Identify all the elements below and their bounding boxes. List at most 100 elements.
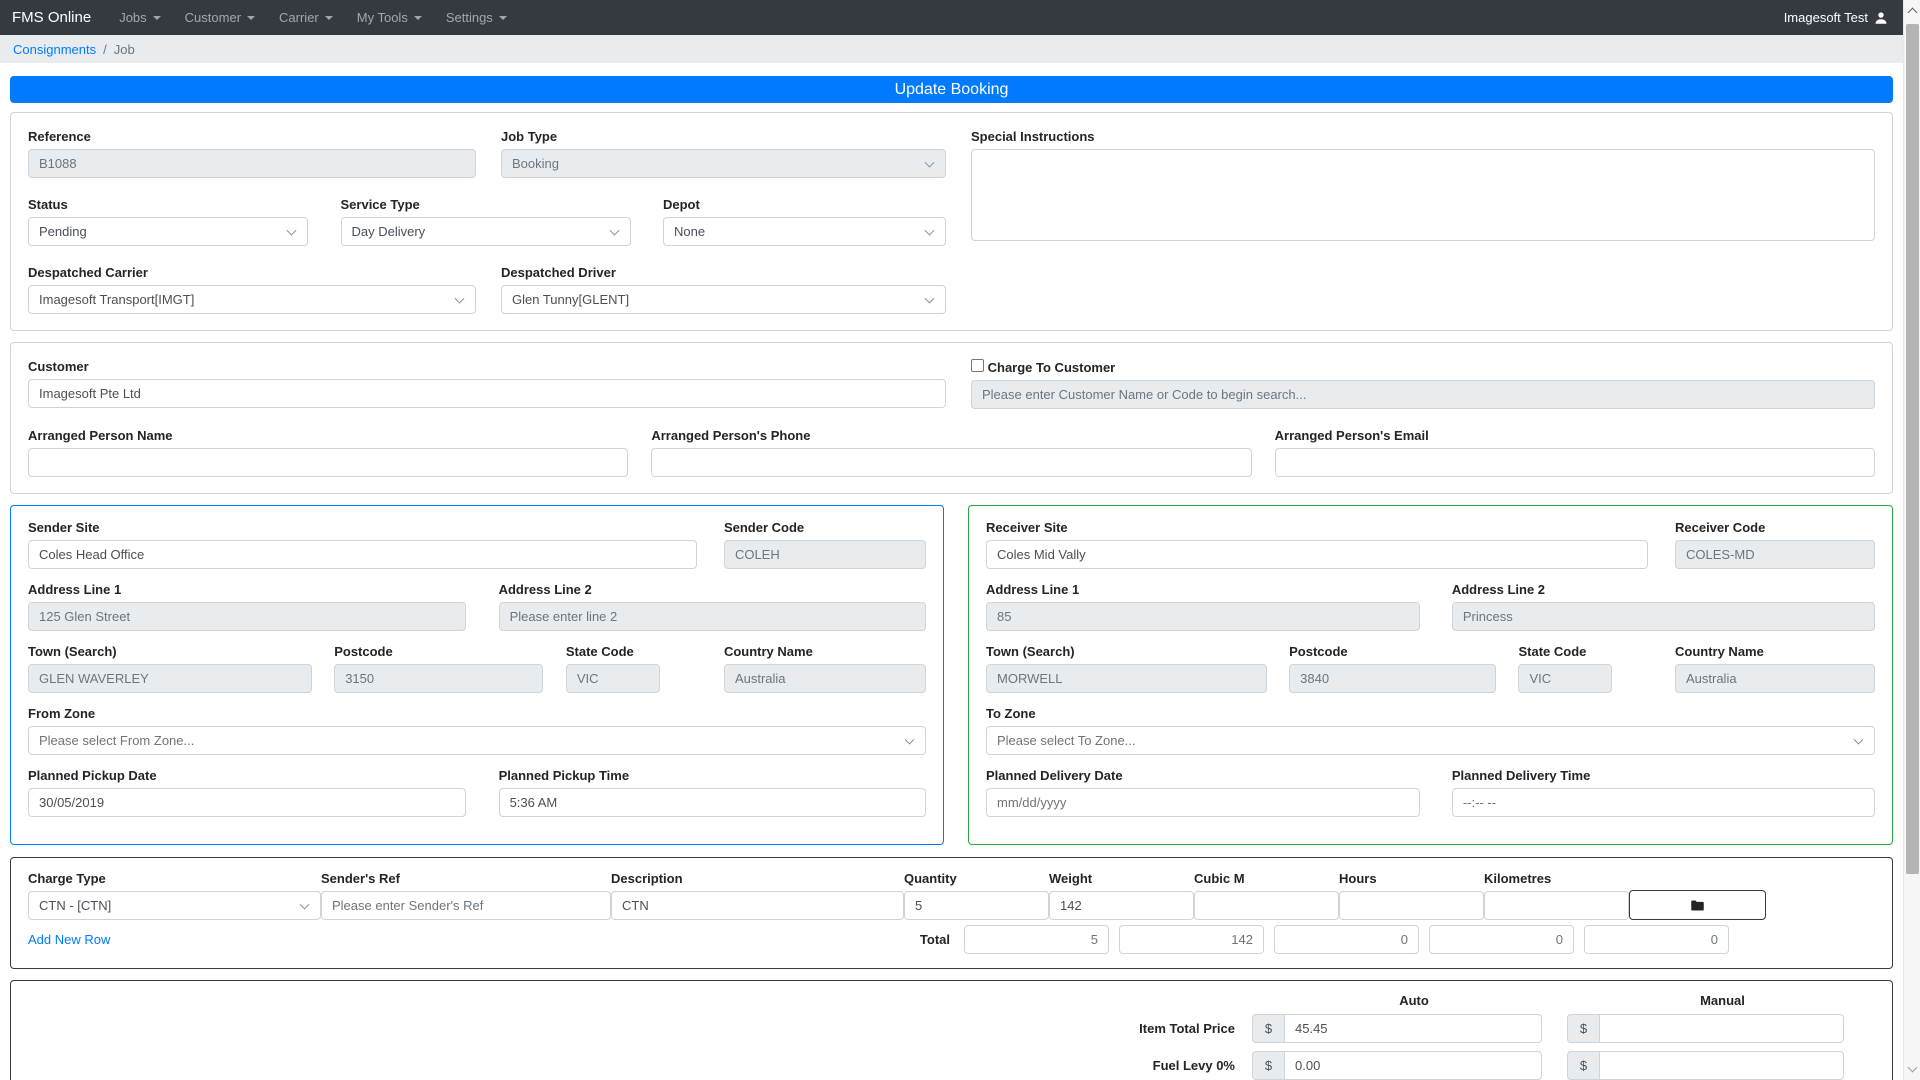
sender-postcode-input[interactable] <box>334 664 543 693</box>
total-quantity-input <box>964 925 1109 954</box>
despatched-carrier-select[interactable]: Imagesoft Transport[IMGT] <box>28 285 476 314</box>
receiver-address1-input[interactable] <box>986 602 1420 631</box>
cubic-m-input[interactable] <box>1194 891 1339 920</box>
job-type-select[interactable]: Booking <box>501 149 946 178</box>
receiver-town-input[interactable] <box>986 664 1267 693</box>
folder-icon <box>1689 898 1706 913</box>
weight-input[interactable] <box>1049 891 1194 920</box>
kilometres-label: Kilometres <box>1484 871 1629 886</box>
hours-label: Hours <box>1339 871 1484 886</box>
fuel-levy-auto-input[interactable] <box>1284 1051 1542 1080</box>
planned-delivery-time-input[interactable] <box>1452 788 1875 817</box>
sender-address1-label: Address Line 1 <box>28 582 466 597</box>
charge-to-customer-checkbox[interactable] <box>971 359 984 372</box>
sender-country-input[interactable] <box>724 664 926 693</box>
currency-prefix: $ <box>1567 1051 1599 1080</box>
customer-input[interactable] <box>28 379 946 408</box>
sender-site-input[interactable] <box>28 540 697 569</box>
quantity-input[interactable] <box>904 891 1049 920</box>
nav-menu-carrier-label: Carrier <box>279 10 319 25</box>
customer-label: Customer <box>28 359 946 374</box>
from-zone-select[interactable]: Please select From Zone... <box>28 726 926 755</box>
item-total-price-manual-input[interactable] <box>1599 1014 1844 1043</box>
item-total-price-auto-input[interactable] <box>1284 1014 1542 1043</box>
customer-panel: Customer Charge To Customer Arranged Per… <box>10 342 1893 494</box>
total-kilometres-input <box>1584 925 1729 954</box>
user-icon <box>1874 11 1888 25</box>
description-input[interactable] <box>611 891 904 920</box>
receiver-country-input[interactable] <box>1675 664 1875 693</box>
receiver-address1-label: Address Line 1 <box>986 582 1420 597</box>
sender-code-input[interactable] <box>724 540 926 569</box>
arranged-person-email-input[interactable] <box>1275 448 1875 477</box>
nav-menu-customer[interactable]: Customer <box>175 6 265 29</box>
breadcrumb-divider: / <box>103 42 107 57</box>
job-type-value: Booking <box>512 156 559 171</box>
sender-address2-input[interactable] <box>499 602 926 631</box>
receiver-postcode-label: Postcode <box>1289 644 1496 659</box>
charge-customer-search-input[interactable] <box>971 380 1875 409</box>
nav-menu-jobs[interactable]: Jobs <box>109 6 170 29</box>
attachments-button[interactable] <box>1629 890 1766 920</box>
nav-menu-my-tools[interactable]: My Tools <box>347 6 432 29</box>
receiver-address2-input[interactable] <box>1452 602 1875 631</box>
reference-input[interactable] <box>28 149 476 178</box>
total-label: Total <box>920 932 954 947</box>
service-type-label: Service Type <box>341 197 631 212</box>
auto-column-header: Auto <box>1269 993 1559 1008</box>
page-scrollbar[interactable] <box>1903 0 1920 1080</box>
depot-label: Depot <box>663 197 946 212</box>
fuel-levy-manual-input[interactable] <box>1599 1051 1844 1080</box>
charge-type-value: CTN - [CTN] <box>39 898 111 913</box>
job-type-label: Job Type <box>501 129 946 144</box>
cubic-m-label: Cubic M <box>1194 871 1339 886</box>
arranged-person-phone-input[interactable] <box>651 448 1251 477</box>
chevron-down-icon <box>609 225 619 235</box>
despatched-driver-label: Despatched Driver <box>501 265 946 280</box>
status-select[interactable]: Pending <box>28 217 308 246</box>
app-brand[interactable]: FMS Online <box>12 9 91 26</box>
breadcrumb-link-consignments[interactable]: Consignments <box>13 42 96 57</box>
sender-site-label: Sender Site <box>28 520 697 535</box>
receiver-state-input[interactable] <box>1518 664 1611 693</box>
sender-state-input[interactable] <box>566 664 660 693</box>
receiver-site-input[interactable] <box>986 540 1648 569</box>
special-instructions-input[interactable] <box>971 149 1875 241</box>
user-menu[interactable]: Imagesoft Test <box>1784 10 1888 25</box>
depot-select[interactable]: None <box>663 217 946 246</box>
scroll-down-icon[interactable] <box>1908 1063 1918 1073</box>
caret-down-icon <box>414 16 422 20</box>
senders-ref-input[interactable] <box>321 891 611 920</box>
planned-pickup-date-input[interactable] <box>28 788 466 817</box>
charge-type-label: Charge Type <box>28 871 321 886</box>
to-zone-select[interactable]: Please select To Zone... <box>986 726 1875 755</box>
sender-town-label: Town (Search) <box>28 644 312 659</box>
scroll-up-icon[interactable] <box>1908 8 1918 18</box>
service-type-select[interactable]: Day Delivery <box>341 217 631 246</box>
hours-input[interactable] <box>1339 891 1484 920</box>
service-type-value: Day Delivery <box>352 224 426 239</box>
receiver-country-label: Country Name <box>1675 644 1875 659</box>
receiver-postcode-input[interactable] <box>1289 664 1496 693</box>
scrollbar-thumb[interactable] <box>1906 24 1919 874</box>
sender-address1-input[interactable] <box>28 602 466 631</box>
sender-town-input[interactable] <box>28 664 312 693</box>
add-new-row-link[interactable]: Add New Row <box>28 932 110 947</box>
planned-delivery-date-input[interactable] <box>986 788 1420 817</box>
nav-menu-jobs-label: Jobs <box>119 10 146 25</box>
receiver-panel: Receiver Site Receiver Code Address Line… <box>968 505 1893 845</box>
user-name: Imagesoft Test <box>1784 10 1868 25</box>
kilometres-input[interactable] <box>1484 891 1629 920</box>
pricing-panel: Auto Manual Item Total Price $ $ Fuel Le… <box>10 980 1893 1080</box>
item-total-price-label: Item Total Price <box>28 1021 1252 1036</box>
despatched-driver-select[interactable]: Glen Tunny[GLENT] <box>501 285 946 314</box>
receiver-code-input[interactable] <box>1675 540 1875 569</box>
planned-pickup-time-input[interactable] <box>499 788 926 817</box>
charge-type-select[interactable]: CTN - [CTN] <box>28 891 321 920</box>
nav-menus: Jobs Customer Carrier My Tools Settings <box>109 6 1783 29</box>
nav-menu-settings[interactable]: Settings <box>436 6 517 29</box>
charge-to-customer-row[interactable]: Charge To Customer <box>971 359 1875 375</box>
nav-menu-carrier[interactable]: Carrier <box>269 6 343 29</box>
arranged-person-name-input[interactable] <box>28 448 628 477</box>
currency-prefix: $ <box>1252 1014 1284 1043</box>
